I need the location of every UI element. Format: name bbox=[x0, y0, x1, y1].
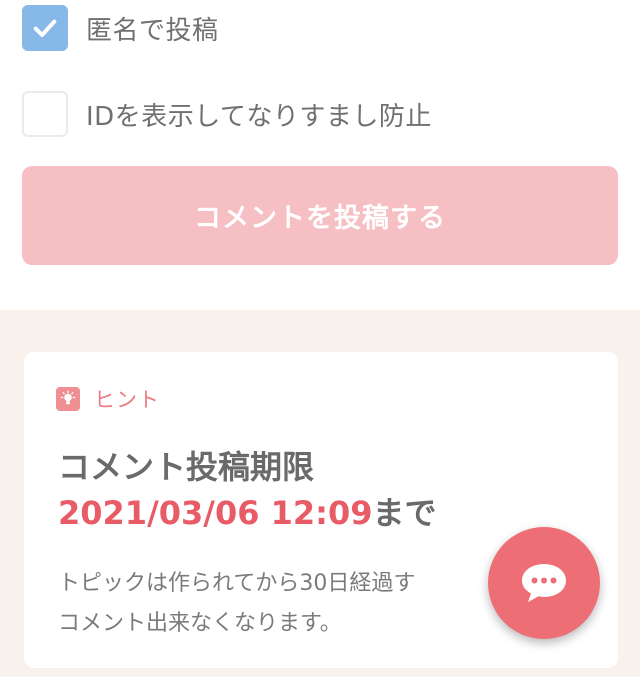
hint-header: ヒント bbox=[56, 384, 160, 414]
anonymous-label: 匿名で投稿 bbox=[86, 15, 219, 46]
comment-form: 匿名で投稿 IDを表示してなりすまし防止 コメントを投稿する bbox=[0, 0, 640, 310]
chat-bubble-icon bbox=[522, 564, 566, 602]
show-id-label: IDを表示してなりすまし防止 bbox=[86, 101, 432, 132]
hint-label: ヒント bbox=[94, 388, 160, 412]
chat-fab-button[interactable] bbox=[488, 527, 600, 639]
deadline: コメント投稿期限 2021/03/06 12:09まで bbox=[58, 444, 437, 536]
deadline-line: 2021/03/06 12:09まで bbox=[58, 490, 437, 536]
show-id-checkbox[interactable] bbox=[22, 91, 68, 137]
submit-comment-button[interactable]: コメントを投稿する bbox=[22, 166, 618, 265]
deadline-title: コメント投稿期限 bbox=[58, 448, 315, 486]
lightbulb-icon bbox=[56, 387, 80, 411]
check-icon bbox=[33, 19, 57, 37]
show-id-option[interactable]: IDを表示してなりすまし防止 bbox=[22, 90, 432, 138]
deadline-suffix: まで bbox=[372, 494, 437, 532]
anonymous-checkbox[interactable] bbox=[22, 5, 68, 51]
deadline-date: 2021/03/06 12:09 bbox=[58, 494, 373, 532]
anonymous-option[interactable]: 匿名で投稿 bbox=[22, 4, 219, 52]
